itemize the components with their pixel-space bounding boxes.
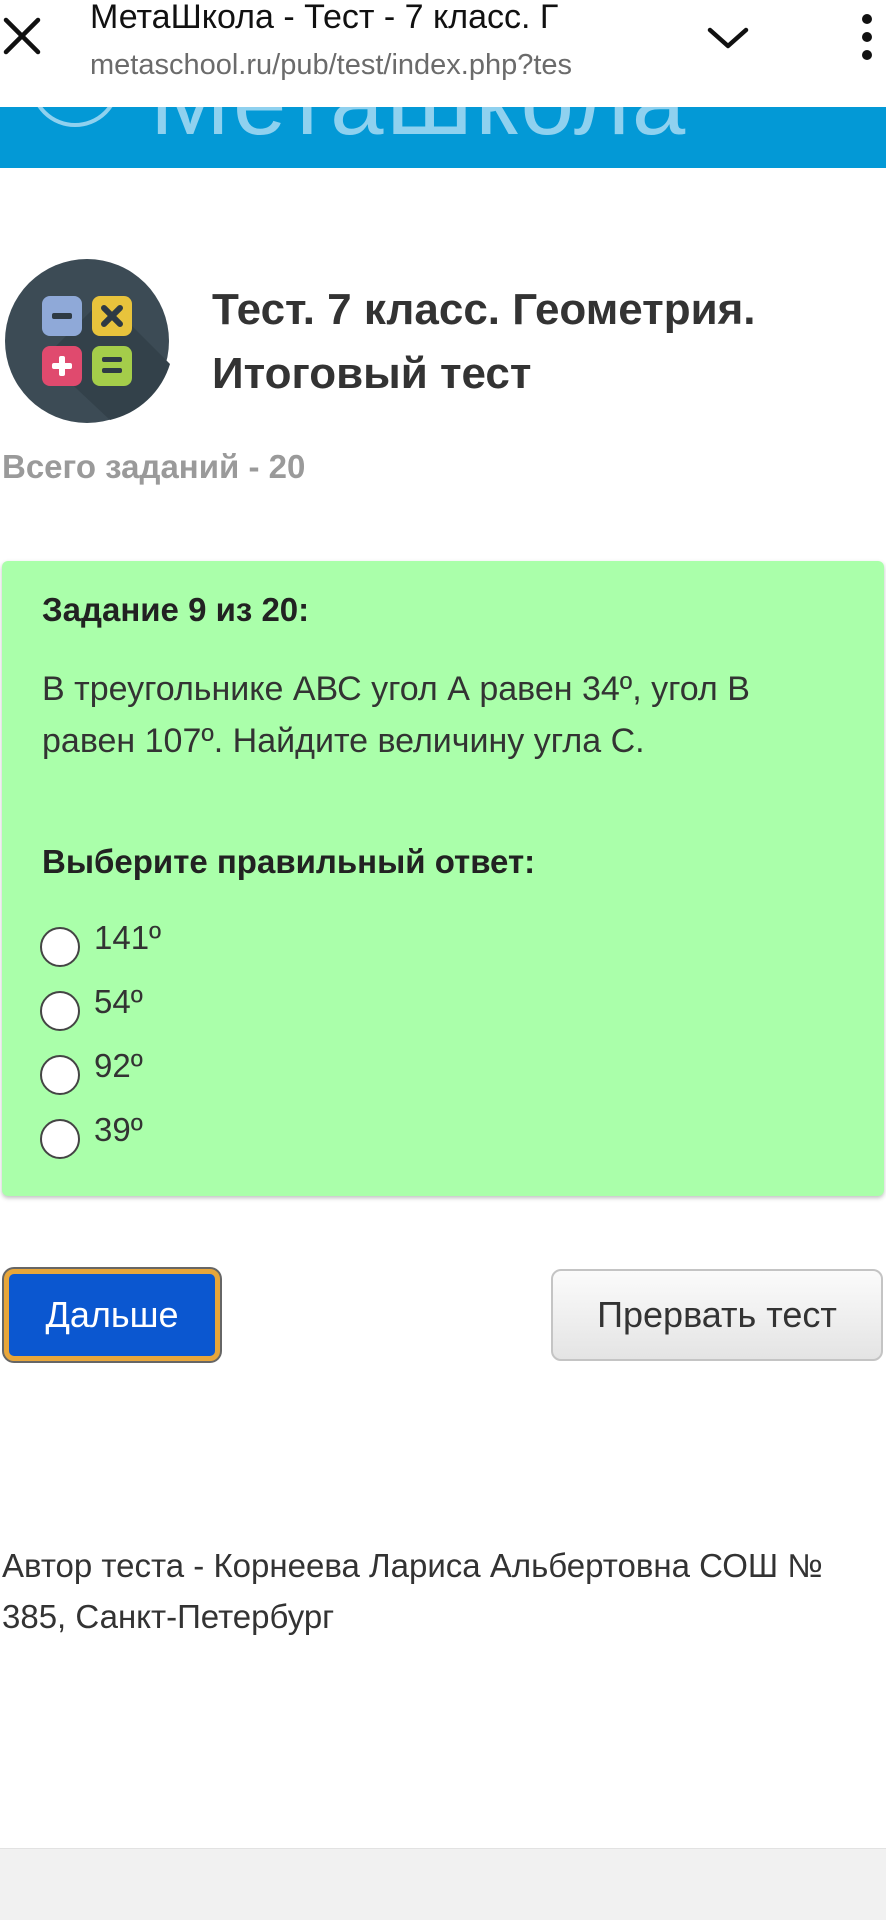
site-logo-text: МетаШкола [150, 107, 687, 157]
more-menu-button[interactable] [852, 10, 882, 64]
calculator-logo-icon [5, 259, 170, 423]
radio-button[interactable] [40, 1055, 80, 1095]
site-banner[interactable]: МетаШкола [0, 107, 886, 168]
bottom-bar [0, 1848, 886, 1920]
close-icon [3, 17, 41, 55]
page-title: МетаШкола - Тест - 7 класс. Г [90, 0, 559, 36]
answer-prompt: Выберите правильный ответ: [42, 843, 536, 880]
radio-button[interactable] [40, 927, 80, 967]
abort-test-button[interactable]: Прервать тест [551, 1269, 883, 1361]
option-label: 39º [94, 1111, 143, 1148]
question-heading: Задание 9 из 20: [42, 591, 310, 628]
answer-option[interactable]: 54º [40, 977, 440, 1037]
radio-button[interactable] [40, 991, 80, 1031]
total-tasks: Всего заданий - 20 [2, 448, 306, 485]
radio-button[interactable] [40, 1119, 80, 1159]
url-text[interactable]: metaschool.ru/pub/test/index.php?tes [90, 48, 656, 84]
answer-option[interactable]: 92º [40, 1041, 440, 1101]
question-card: Задание 9 из 20: В треугольнике АВС угол… [2, 561, 884, 1196]
option-label: 54º [94, 983, 143, 1020]
site-logo-icon [30, 107, 120, 127]
author-info: Автор теста - Корнеева Лариса Альбертовн… [2, 1547, 823, 1635]
option-label: 92º [94, 1047, 143, 1084]
browser-toolbar: МетаШкола - Тест - 7 класс. Г metaschool… [0, 0, 886, 107]
option-label: 141º [94, 919, 162, 956]
dropdown-button[interactable] [700, 16, 756, 60]
chevron-down-icon [707, 27, 749, 49]
close-tab-button[interactable] [0, 14, 44, 58]
question-text: В треугольнике АВС угол А равен 34º, уго… [42, 670, 750, 760]
more-vert-icon [862, 14, 872, 60]
test-title: Тест. 7 класс. Геометрия. Итоговый тест [212, 285, 756, 398]
answer-option[interactable]: 39º [40, 1105, 440, 1165]
answer-option[interactable]: 141º [40, 913, 440, 973]
next-button[interactable]: Дальше [4, 1269, 220, 1361]
